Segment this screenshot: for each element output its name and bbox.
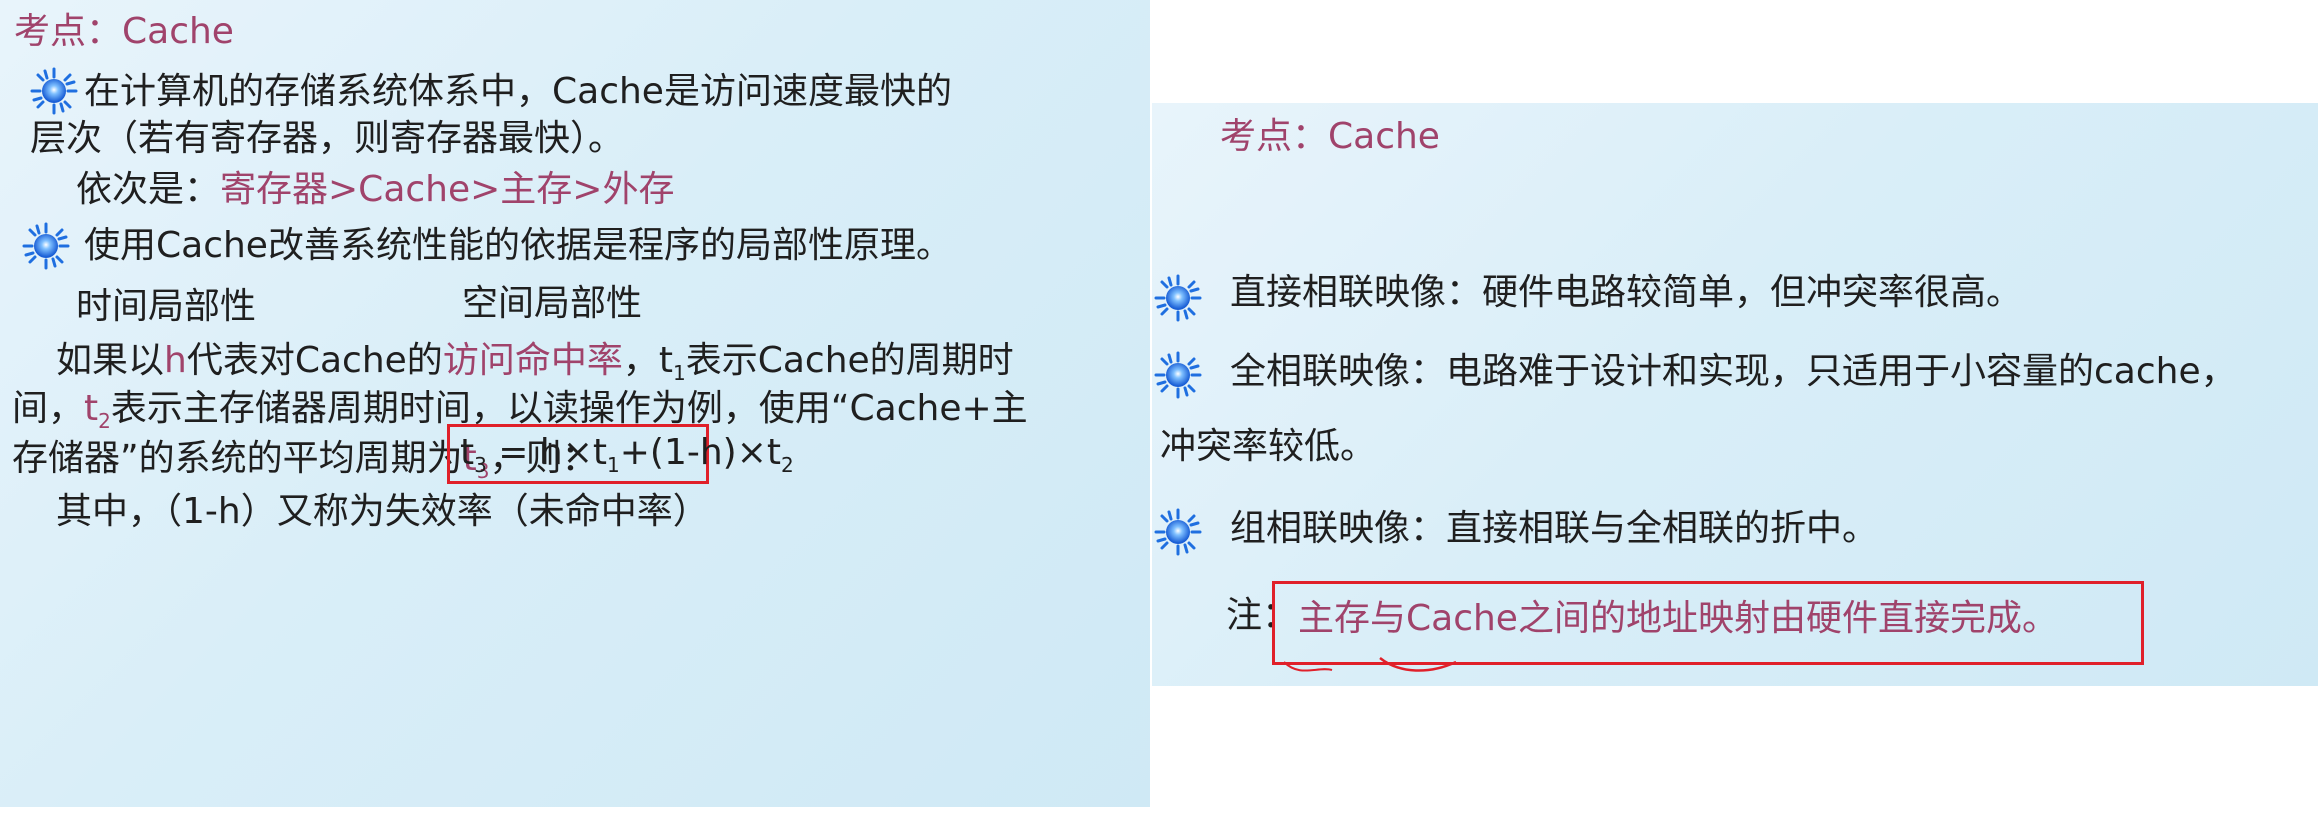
order-label: 依次是： bbox=[76, 169, 221, 210]
fully-associative: 全相联映像：电路难于设计和实现，只适用于小容量的cache， bbox=[1230, 351, 2237, 392]
handwritten-underline bbox=[1283, 657, 1457, 672]
bullet-storage-hierarchy-cont: 层次（若有寄存器，则寄存器最快）。 bbox=[30, 118, 625, 159]
bullet-storage-hierarchy: 在计算机的存储系统体系中，Cache是访问速度最快的 bbox=[84, 71, 952, 112]
text: ， bbox=[622, 340, 659, 381]
text: 存储器”的系统的平均周期为 bbox=[12, 438, 463, 479]
subscript: 2 bbox=[781, 453, 794, 477]
direct-mapping: 直接相联映像：硬件电路较简单，但冲突率很高。 bbox=[1230, 272, 2023, 313]
note-text: 主存与Cache之间的地址映射由硬件直接完成。 bbox=[1298, 598, 2058, 639]
t2-symbol: t bbox=[84, 388, 99, 429]
fully-associative-cont: 冲突率较低。 bbox=[1160, 426, 1377, 467]
text: = h×t bbox=[486, 432, 608, 473]
sun-bullet-icon bbox=[1154, 274, 1202, 322]
text: 如果以 bbox=[56, 340, 165, 381]
subscript: 1 bbox=[607, 453, 620, 477]
set-associative: 组相联映像：直接相联与全相联的折中。 bbox=[1230, 508, 1879, 549]
miss-rate-note: 其中，（1-h）又称为失效率（未命中率） bbox=[56, 491, 709, 532]
text: t bbox=[460, 432, 475, 473]
subscript: 2 bbox=[98, 409, 111, 433]
subscript: 3 bbox=[474, 453, 487, 477]
hit-rate-term: 访问命中率 bbox=[442, 340, 623, 381]
slide-left: 考点：Cache 在计算机的存储系统体系中，Cache是访问速度最快的 层次（若… bbox=[0, 0, 1150, 807]
average-cycle-formula: t3 = h×t1+(1-h)×t2 bbox=[460, 431, 794, 487]
order-line: 依次是：寄存器>Cache>主存>外存 bbox=[76, 168, 674, 212]
bullet-locality: 使用Cache改善系统性能的依据是程序的局部性原理。 bbox=[84, 225, 952, 266]
text: +(1-h)×t bbox=[619, 432, 781, 473]
text: 表示主存储器周期时间，以读操作为例，使用“Cache+主 bbox=[110, 388, 1028, 429]
text: 代表对Cache的 bbox=[186, 340, 443, 381]
sun-bullet-icon bbox=[30, 67, 78, 115]
sun-bullet-icon bbox=[1154, 351, 1202, 399]
text: 间， bbox=[12, 388, 85, 429]
t1-symbol: t bbox=[658, 340, 673, 381]
slide-title: 考点：Cache bbox=[14, 11, 234, 52]
spatial-locality: 空间局部性 bbox=[462, 283, 643, 324]
text: 表示Cache的周期时 bbox=[685, 340, 1014, 381]
subscript: 1 bbox=[672, 361, 686, 385]
order-value: 寄存器>Cache>主存>外存 bbox=[220, 169, 675, 210]
temporal-locality: 时间局部性 bbox=[76, 286, 257, 327]
slide-title: 考点：Cache bbox=[1220, 116, 1440, 157]
h-symbol: h bbox=[164, 340, 187, 381]
sun-bullet-icon bbox=[22, 222, 70, 270]
sun-bullet-icon bbox=[1154, 508, 1202, 556]
